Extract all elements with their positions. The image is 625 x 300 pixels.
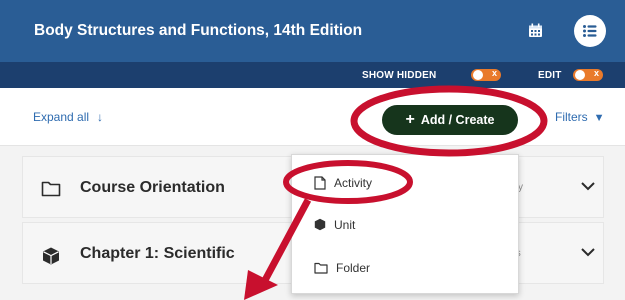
page-title: Body Structures and Functions, 14th Edit… [34,22,363,39]
edit-toggle[interactable]: x [573,68,603,81]
screen: Body Structures and Functions, 14th Edit… [0,0,625,300]
filters-link[interactable]: Filters ▼ [555,110,605,124]
filters-label: Filters [555,110,588,124]
toggle-knob [575,70,585,80]
chevron-down-icon[interactable] [579,177,597,195]
add-create-button[interactable]: + Add / Create [382,105,518,135]
row-title: Course Orientation [80,179,225,196]
row-title: Chapter 1: Scientific [80,245,235,262]
add-create-menu: Activity Unit Folder [291,154,519,294]
edit-label: EDIT [538,70,562,81]
chevron-down-icon[interactable] [579,243,597,261]
list-icon [583,25,597,37]
calendar-icon[interactable] [528,23,543,38]
toggle-off-icon: x [491,68,497,78]
list-view-button[interactable] [574,15,606,47]
show-hidden-label: SHOW HIDDEN [362,70,437,81]
expand-all-link[interactable]: Expand all ↓ [33,110,103,124]
arrow-down-icon: ↓ [97,110,104,124]
menu-item-unit[interactable]: Unit [314,217,355,232]
add-create-label: Add / Create [420,113,495,127]
show-hidden-toggle[interactable]: x [471,68,501,81]
settings-bar: SHOW HIDDEN x EDIT x [0,62,625,88]
app-header: Body Structures and Functions, 14th Edit… [0,0,625,62]
folder-icon [41,181,61,197]
document-icon [314,176,326,190]
expand-all-label: Expand all [33,110,90,124]
folder-icon [314,262,328,274]
toggle-knob [473,70,483,80]
menu-item-activity[interactable]: Activity [314,175,372,190]
menu-item-label: Folder [336,260,371,275]
menu-item-label: Unit [334,217,356,232]
plus-icon: + [405,111,415,128]
menu-item-folder[interactable]: Folder [314,260,370,275]
cube-icon [314,219,326,231]
menu-item-label: Activity [334,175,373,190]
filter-icon: ▼ [593,112,605,124]
toggle-off-icon: x [593,68,599,78]
cube-icon [43,247,59,265]
content-toolbar: Expand all ↓ + Add / Create Filters ▼ [0,88,625,146]
